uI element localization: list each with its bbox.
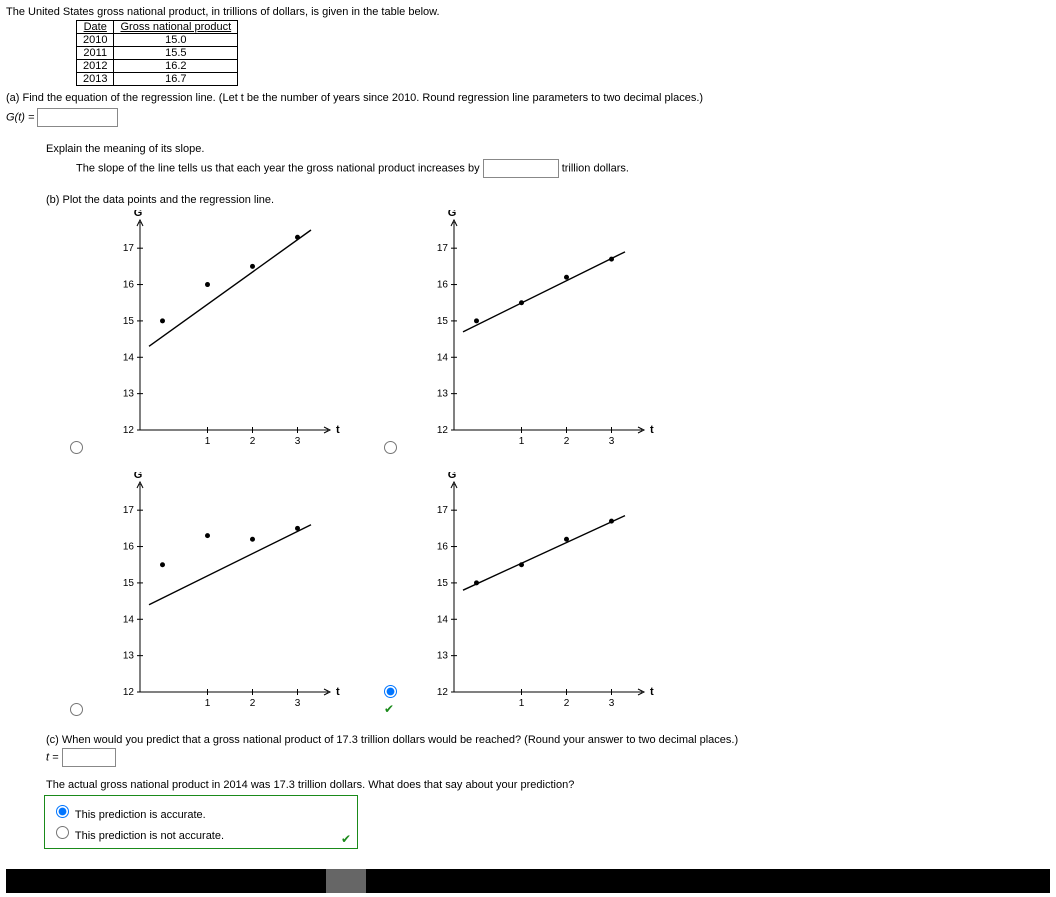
check-icon: ✔ [384, 702, 394, 716]
part-c-prompt: (c) When would you predict that a gross … [46, 734, 1050, 746]
svg-text:2: 2 [250, 698, 256, 709]
t-input[interactable] [62, 748, 116, 767]
svg-text:3: 3 [295, 698, 301, 709]
table-row: 201015.0 [77, 34, 238, 47]
svg-text:15: 15 [437, 578, 449, 589]
plot-a: 121314151617123Gt [90, 210, 340, 460]
part-b-prompt: (b) Plot the data points and the regress… [46, 194, 1050, 206]
svg-text:G: G [134, 472, 143, 481]
slope-sentence-post: trillion dollars. [562, 162, 629, 174]
svg-text:3: 3 [295, 436, 301, 447]
svg-text:13: 13 [123, 389, 135, 400]
svg-text:17: 17 [123, 243, 135, 254]
opt-accurate-label: This prediction is accurate. [75, 809, 206, 821]
svg-text:2: 2 [564, 698, 570, 709]
equation-input[interactable] [37, 108, 118, 127]
svg-text:12: 12 [437, 687, 449, 698]
svg-text:G: G [448, 210, 457, 219]
svg-text:1: 1 [205, 436, 211, 447]
table-row: 201115.5 [77, 47, 238, 60]
svg-text:12: 12 [437, 425, 449, 436]
svg-text:16: 16 [123, 280, 135, 291]
svg-text:t: t [650, 424, 654, 436]
svg-text:3: 3 [609, 698, 615, 709]
col-gnp: Gross national product [114, 21, 238, 34]
svg-text:17: 17 [437, 505, 449, 516]
svg-text:12: 12 [123, 687, 135, 698]
svg-text:16: 16 [437, 280, 449, 291]
svg-text:14: 14 [123, 614, 135, 625]
gnp-table: DateGross national product 201015.0 2011… [76, 20, 238, 86]
pred-not-accurate[interactable] [56, 826, 69, 839]
col-date: Date [77, 21, 114, 34]
svg-text:15: 15 [123, 316, 135, 327]
svg-text:12: 12 [123, 425, 135, 436]
actual-prompt: The actual gross national product in 201… [46, 779, 1050, 791]
slope-input[interactable] [483, 159, 559, 178]
svg-text:1: 1 [205, 698, 211, 709]
slope-sentence-pre: The slope of the line tells us that each… [76, 162, 483, 174]
svg-text:15: 15 [123, 578, 135, 589]
svg-text:14: 14 [123, 352, 135, 363]
pred-accurate[interactable] [56, 805, 69, 818]
intro-text: The United States gross national product… [6, 6, 1050, 18]
svg-text:3: 3 [609, 436, 615, 447]
footer-bar [6, 869, 1050, 893]
plot-d: 121314151617123Gt [404, 472, 654, 722]
plot-c: 121314151617123Gt [90, 472, 340, 722]
svg-text:G: G [448, 472, 457, 481]
svg-text:2: 2 [250, 436, 256, 447]
svg-text:G: G [134, 210, 143, 219]
explain-heading: Explain the meaning of its slope. [46, 143, 1050, 155]
svg-text:16: 16 [437, 542, 449, 553]
svg-text:17: 17 [123, 505, 135, 516]
svg-text:13: 13 [437, 651, 449, 662]
svg-text:t: t [336, 424, 340, 436]
plot-b: 121314151617123Gt [404, 210, 654, 460]
svg-text:13: 13 [437, 389, 449, 400]
svg-text:t: t [336, 686, 340, 698]
svg-text:t: t [650, 686, 654, 698]
t-lhs: t = [46, 751, 59, 763]
svg-text:2: 2 [564, 436, 570, 447]
plot-option-d[interactable] [384, 685, 397, 698]
plot-option-b[interactable] [384, 441, 397, 454]
plot-option-a[interactable] [70, 441, 83, 454]
prediction-choices: This prediction is accurate. This predic… [44, 795, 358, 849]
svg-text:14: 14 [437, 614, 449, 625]
check-icon: ✔ [341, 832, 351, 846]
svg-text:13: 13 [123, 651, 135, 662]
table-row: 201216.2 [77, 60, 238, 73]
equation-lhs: G(t) = [6, 111, 34, 123]
part-a-prompt: (a) Find the equation of the regression … [6, 92, 1050, 104]
svg-text:17: 17 [437, 243, 449, 254]
plot-option-c[interactable] [70, 703, 83, 716]
footer-indicator [326, 869, 366, 893]
svg-text:1: 1 [519, 698, 525, 709]
opt-not-accurate-label: This prediction is not accurate. [75, 830, 224, 842]
svg-text:16: 16 [123, 542, 135, 553]
table-row: 201316.7 [77, 73, 238, 86]
svg-text:15: 15 [437, 316, 449, 327]
svg-text:14: 14 [437, 352, 449, 363]
svg-text:1: 1 [519, 436, 525, 447]
